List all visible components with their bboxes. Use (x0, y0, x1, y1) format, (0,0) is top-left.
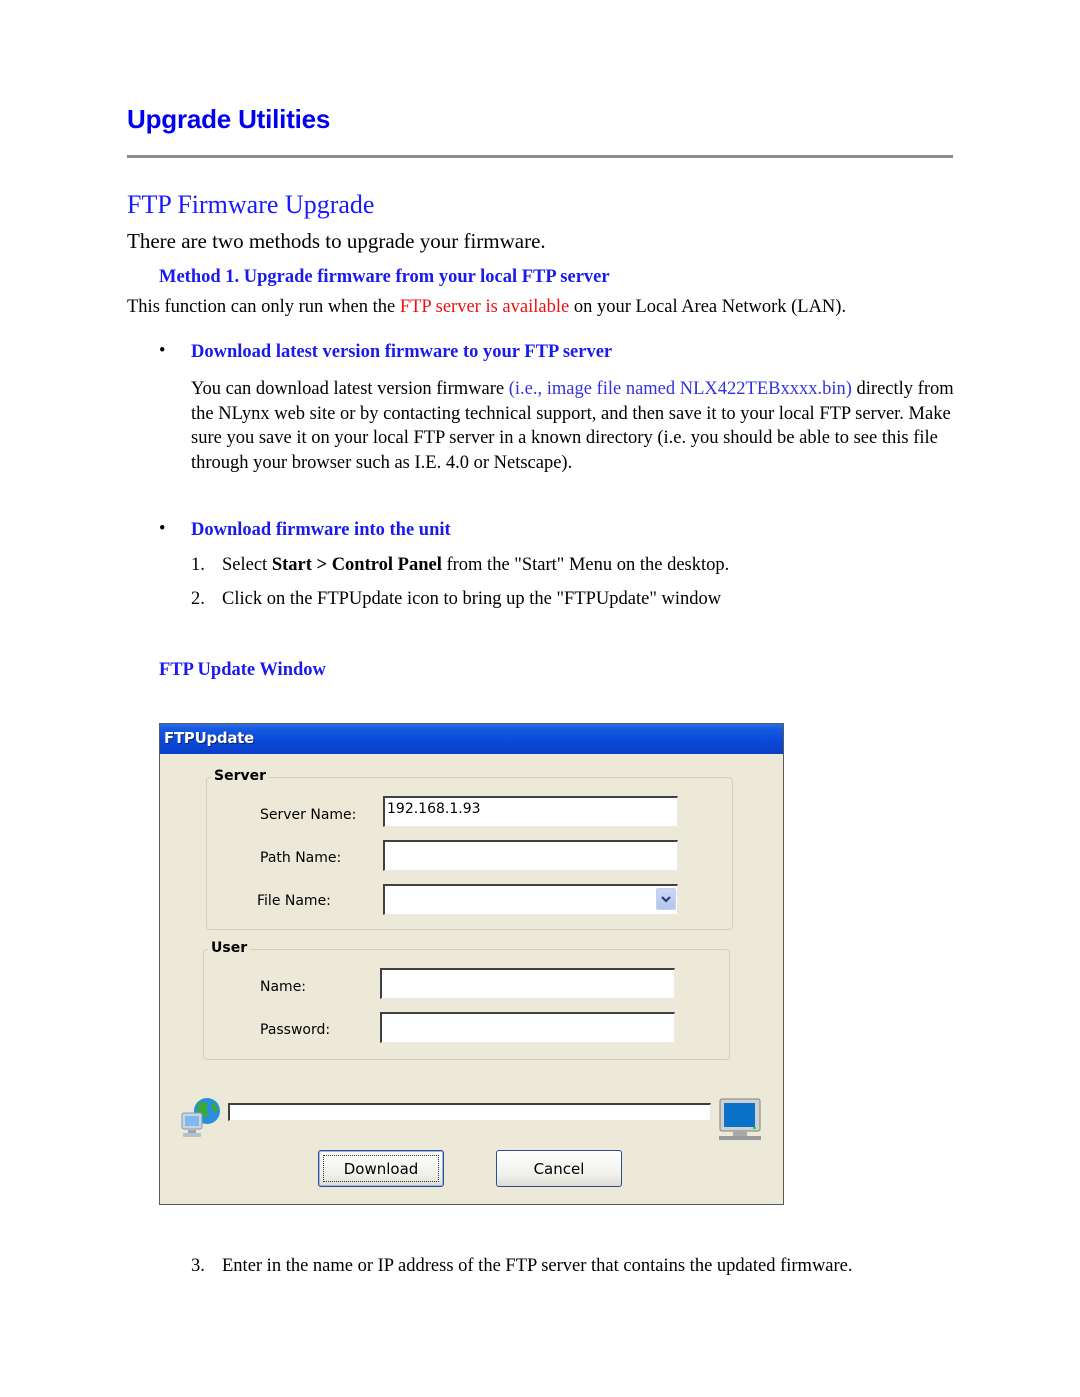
download-progress-bar (228, 1103, 711, 1121)
cancel-button[interactable]: Cancel (496, 1150, 622, 1187)
chevron-down-icon (661, 896, 671, 903)
path-name-input[interactable] (383, 840, 678, 871)
window-title: FTPUpdate (164, 729, 254, 747)
step-number: 3. (191, 1256, 205, 1276)
subsection-title: FTP Firmware Upgrade (127, 190, 375, 219)
method-description-highlight: FTP server is available (399, 297, 570, 317)
bullet-icon: • (159, 519, 166, 539)
paragraph-text: You can download latest version firmware (191, 379, 509, 399)
step-text-end: from the "Start" Menu on the desktop. (441, 555, 730, 575)
method-description-text-end: on your Local Area Network (LAN). (569, 297, 847, 317)
step-text-start: Select (222, 555, 272, 575)
download-button[interactable]: Download (318, 1150, 444, 1187)
bullet-paragraph: You can download latest version firmware… (191, 377, 961, 475)
method-description: This function can only run when the FTP … (127, 297, 846, 318)
method-heading: Method 1. Upgrade firmware from your loc… (159, 267, 610, 287)
horizontal-divider (127, 155, 953, 158)
file-name-dropdown[interactable] (383, 884, 678, 915)
server-name-input[interactable]: 192.168.1.93 (383, 796, 678, 827)
user-name-input[interactable] (380, 968, 675, 999)
step-text: Enter in the name or IP address of the F… (222, 1256, 853, 1276)
step-number: 2. (191, 589, 205, 609)
bullet-title: Download latest version firmware to your… (191, 342, 613, 362)
bullet-icon: • (159, 341, 166, 361)
dropdown-button[interactable] (656, 888, 676, 910)
step-text: Click on the FTPUpdate icon to bring up … (222, 589, 722, 609)
focus-rectangle (323, 1155, 439, 1182)
section-title: Upgrade Utilities (127, 104, 331, 134)
intro-text: There are two methods to upgrade your fi… (127, 229, 546, 253)
method-description-text: This function can only run when the (127, 297, 400, 317)
ftpupdate-window: FTPUpdate Server Server Name: 192.168.1.… (159, 723, 784, 1205)
password-label: Password: (260, 1022, 331, 1038)
step-text: Select Start > Control Panel from the "S… (222, 555, 729, 576)
cancel-button-label: Cancel (533, 1159, 585, 1178)
step-text-bold: Start > Control Panel (271, 555, 442, 575)
user-name-label: Name: (260, 979, 307, 995)
server-name-label: Server Name: (260, 807, 357, 823)
user-group-label: User (208, 940, 251, 956)
bullet-title: Download firmware into the unit (191, 520, 451, 540)
paragraph-highlight: (i.e., image file named NLX422TEBxxxx.bi… (508, 379, 852, 399)
figure-caption: FTP Update Window (159, 660, 326, 680)
password-input[interactable] (380, 1012, 675, 1043)
user-group: User (203, 940, 730, 1060)
file-name-label: File Name: (257, 893, 331, 909)
path-name-label: Path Name: (260, 850, 342, 866)
step-number: 1. (191, 555, 205, 575)
computer-monitor-icon (719, 1098, 761, 1140)
server-group-label: Server (211, 768, 270, 784)
network-globe-icon (181, 1098, 220, 1137)
window-titlebar[interactable]: FTPUpdate (160, 724, 783, 754)
